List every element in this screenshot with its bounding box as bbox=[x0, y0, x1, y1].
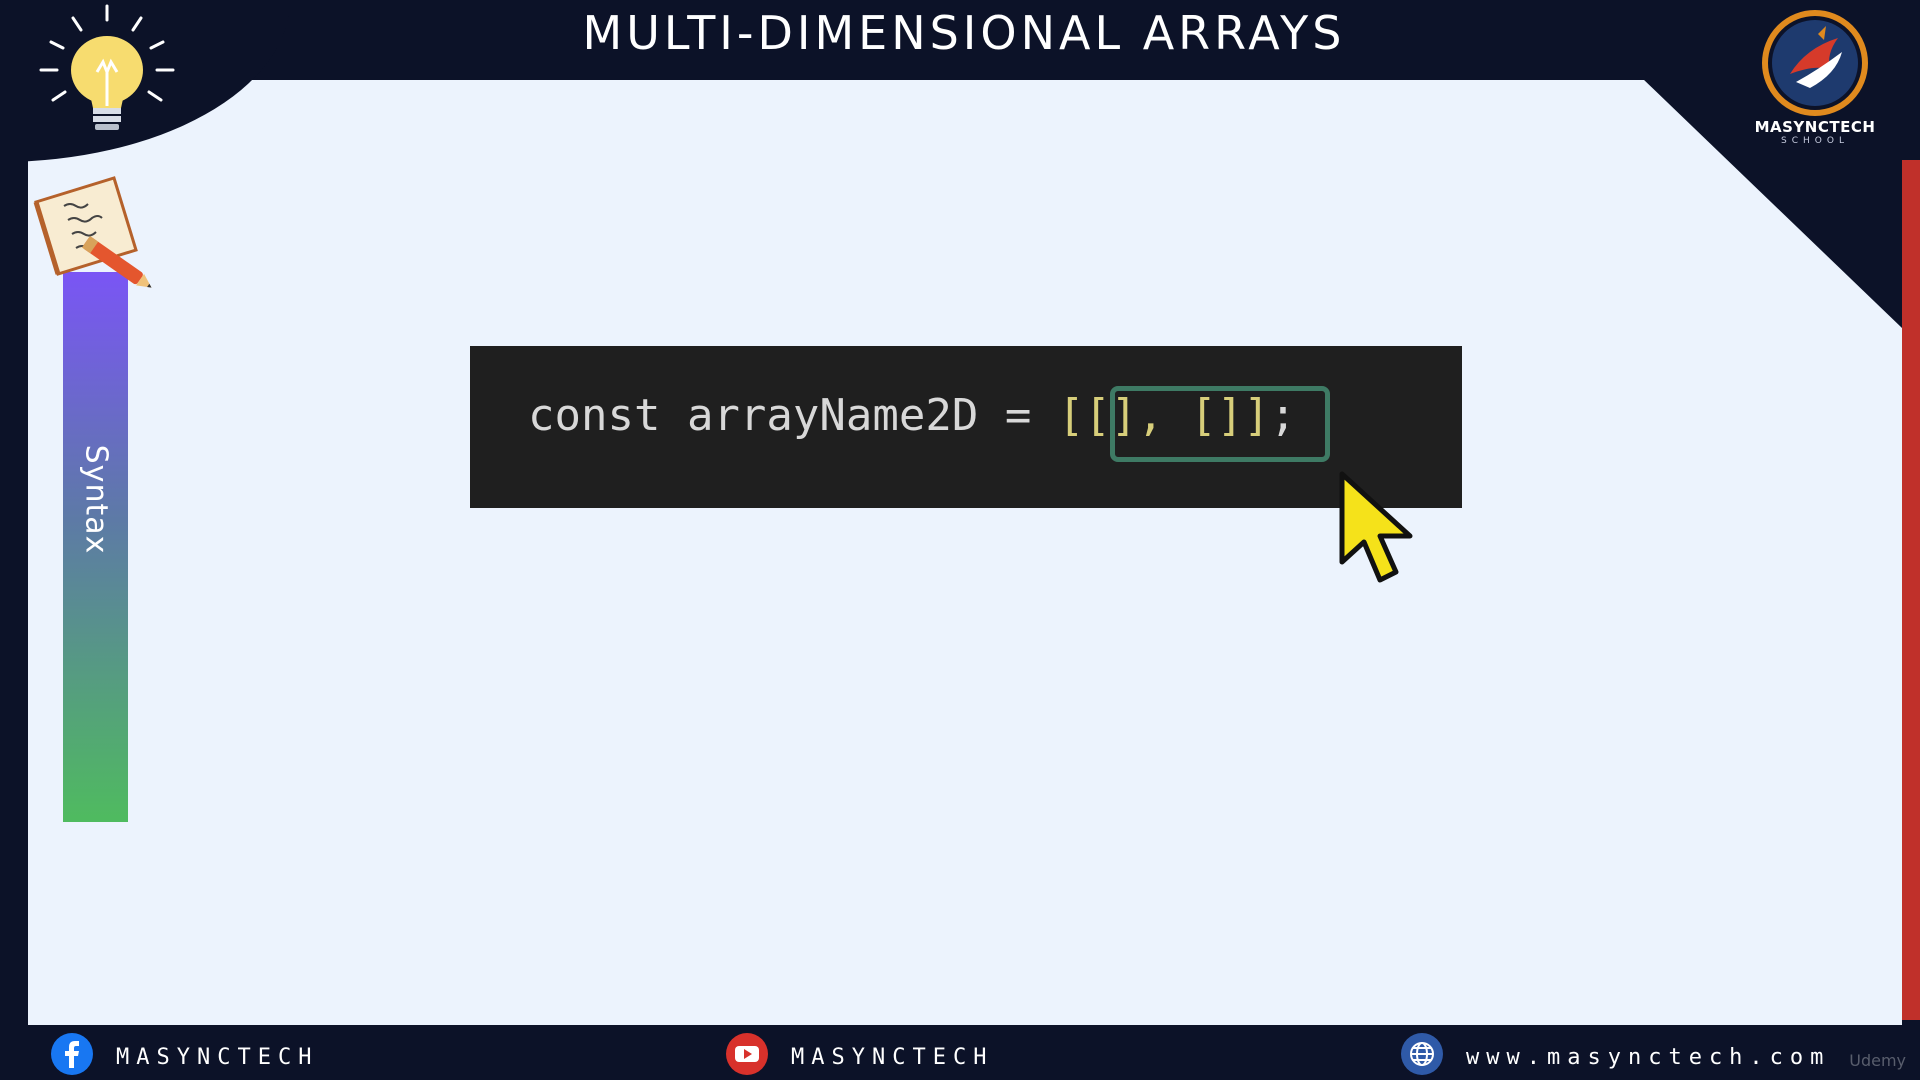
masynctech-logo-icon bbox=[1762, 10, 1868, 116]
slide-title: MULTI-DIMENSIONAL ARRAYS bbox=[582, 6, 1346, 60]
facebook-icon bbox=[51, 1033, 93, 1075]
website-label: www.masynctech.com bbox=[1466, 1044, 1831, 1070]
syntax-side-tab: Syntax bbox=[63, 272, 128, 822]
side-tab-label: Syntax bbox=[78, 444, 113, 555]
globe-icon bbox=[1401, 1033, 1443, 1075]
notebook-pencil-icon bbox=[33, 176, 152, 288]
right-accent-bar bbox=[1902, 160, 1920, 1020]
brand-logo: MASYNCTECH SCHOOL bbox=[1750, 8, 1880, 146]
mouse-pointer-icon bbox=[1339, 471, 1413, 583]
code-snippet-box: const arrayName2D = [[], []]; bbox=[470, 346, 1462, 508]
footer-website[interactable]: www.masynctech.com bbox=[1400, 1033, 1830, 1075]
footer-facebook[interactable]: MASYNCTECH bbox=[50, 1033, 318, 1075]
udemy-watermark: Udemy bbox=[1849, 1051, 1906, 1070]
youtube-icon bbox=[726, 1033, 768, 1075]
footer-bar: MASYNCTECH MASYNCTECH www.masynctech.com… bbox=[0, 1025, 1920, 1080]
facebook-label: MASYNCTECH bbox=[116, 1044, 319, 1070]
code-prefix: const arrayName2D = bbox=[528, 390, 1058, 441]
logo-name: MASYNCTECH bbox=[1754, 118, 1876, 136]
logo-subtitle: SCHOOL bbox=[1781, 136, 1849, 146]
array-highlight-box bbox=[1110, 386, 1330, 462]
footer-youtube[interactable]: MASYNCTECH bbox=[725, 1033, 993, 1075]
slide-content-area bbox=[28, 80, 1902, 1025]
youtube-label: MASYNCTECH bbox=[791, 1044, 994, 1070]
